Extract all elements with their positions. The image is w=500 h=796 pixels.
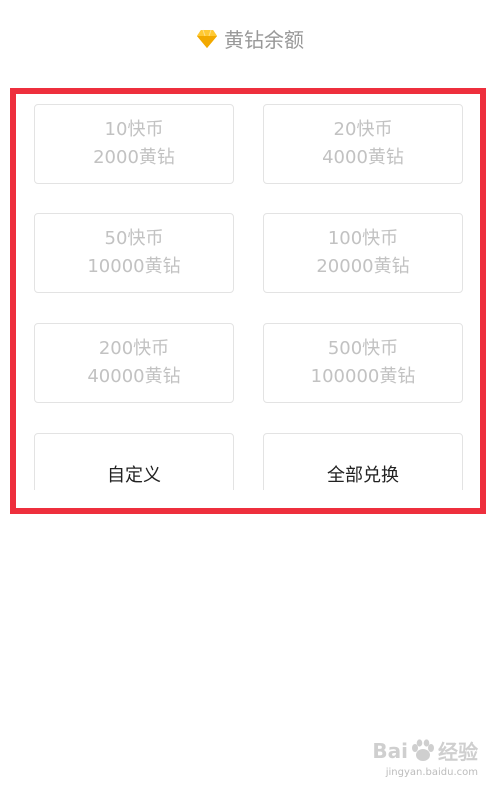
balance-header: 黄钻余额: [0, 24, 500, 53]
paw-icon: [410, 738, 436, 763]
diamond-icon: [196, 29, 218, 49]
balance-title: 黄钻余额: [224, 28, 304, 52]
watermark-url: jingyan.baidu.com: [385, 767, 478, 778]
watermark-brand-right: 经验: [438, 740, 478, 764]
watermark-brand-left: Bai: [372, 738, 408, 763]
baidu-jingyan-watermark: Bai 经验 jingyan.baidu.com: [372, 736, 478, 779]
highlight-annotation-box: [10, 88, 486, 514]
exchange-page: 黄钻余额 10快币 2000黄钻 20快币 4000黄钻 50快币 10000黄…: [0, 0, 500, 796]
